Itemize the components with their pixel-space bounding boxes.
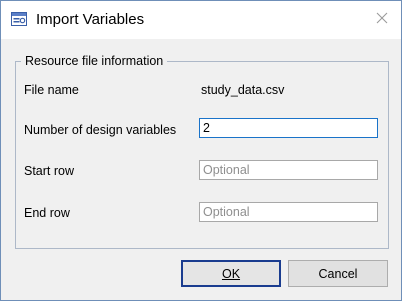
start-row-label: Start row [24, 164, 75, 178]
file-name-value: study_data.csv [201, 83, 285, 97]
design-variables-field[interactable] [199, 118, 378, 138]
design-variables-label: Number of design variables [24, 123, 177, 137]
groupbox-title: Resource file information [21, 54, 168, 68]
end-row-label: End row [24, 206, 70, 220]
close-icon [376, 11, 388, 29]
ok-button[interactable]: OK [181, 260, 281, 287]
cancel-button[interactable]: Cancel [288, 260, 388, 287]
dialog-title: Import Variables [36, 11, 145, 28]
import-variables-dialog: Import Variables Resource file informati… [0, 0, 402, 301]
import-dialog-icon [11, 12, 27, 26]
end-row-field[interactable] [199, 202, 378, 222]
close-button[interactable] [363, 1, 401, 39]
file-name-label: File name [24, 83, 79, 97]
cancel-button-label: Cancel [318, 266, 358, 281]
start-row-field[interactable] [199, 160, 378, 180]
ok-button-label: OK [221, 266, 241, 281]
title-bar[interactable]: Import Variables [1, 1, 401, 39]
